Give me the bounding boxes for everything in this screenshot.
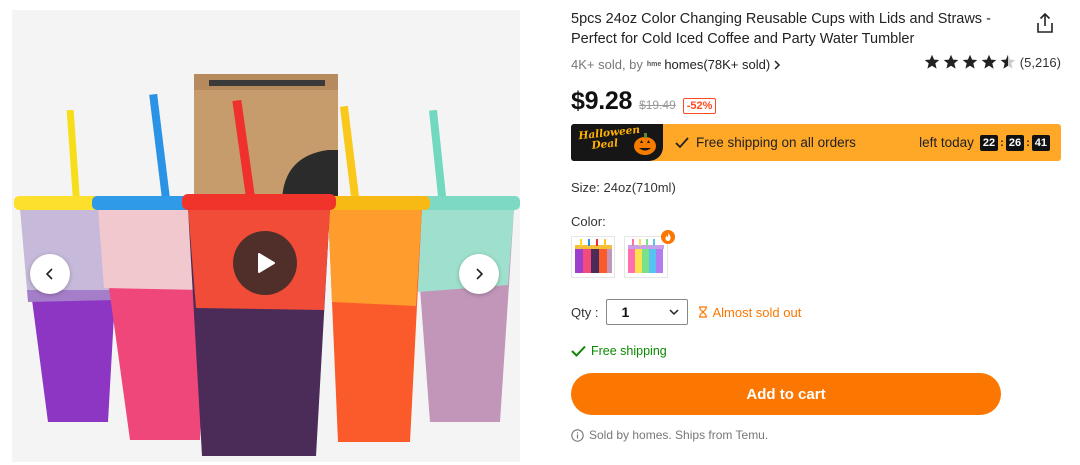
sold-by-line: Sold by homes. Ships from Temu. xyxy=(571,428,768,442)
info-icon xyxy=(571,428,584,442)
chevron-right-icon xyxy=(774,59,781,70)
color-swatch-1[interactable] xyxy=(571,236,615,278)
promo-bar: Halloween Deal Free shipping on all orde… xyxy=(571,124,1061,161)
current-price: $9.28 xyxy=(571,87,633,115)
chevron-down-icon xyxy=(669,308,679,315)
timer-seconds: 41 xyxy=(1031,134,1050,151)
add-to-cart-button[interactable]: Add to cart xyxy=(571,373,1001,415)
gallery-prev-button[interactable] xyxy=(30,254,70,294)
timer-label: left today xyxy=(919,135,974,150)
color-label: Color: xyxy=(571,214,606,229)
countdown-timer: left today 22 : 26 : 41 xyxy=(919,134,1050,151)
video-play-button[interactable] xyxy=(233,231,297,295)
free-shipping-line: Free shipping xyxy=(571,344,667,358)
halloween-deal-badge: Halloween Deal xyxy=(571,124,663,161)
quantity-select[interactable]: 1 xyxy=(606,299,689,325)
swatch-thumbnail xyxy=(575,239,612,273)
free-shipping-text: Free shipping xyxy=(591,344,667,358)
promo-text: Free shipping on all orders xyxy=(696,135,856,150)
gallery-next-button[interactable] xyxy=(459,254,499,294)
sold-count-line: 4K+ sold, by hme homes(78K+ sold) xyxy=(571,57,781,72)
timer-separator: : xyxy=(1026,136,1030,149)
hot-badge xyxy=(661,230,675,244)
play-icon xyxy=(258,253,275,273)
qty-value: 1 xyxy=(621,304,630,320)
size-selection: Size: 24oz(710ml) xyxy=(571,180,676,195)
store-link[interactable]: homes(78K+ sold) xyxy=(664,57,770,72)
stock-warning: Almost sold out xyxy=(698,305,801,320)
discount-badge: -52% xyxy=(682,98,717,114)
quantity-row: Qty : 1 Almost sold out xyxy=(571,299,801,325)
price-row: $9.28 $19.49 -52% xyxy=(571,87,717,116)
original-price: $19.49 xyxy=(639,98,676,112)
check-icon xyxy=(675,136,689,148)
product-image-gallery[interactable] xyxy=(12,10,520,462)
pumpkin-icon xyxy=(634,133,656,155)
chevron-left-icon xyxy=(45,268,53,280)
timer-hours: 22 xyxy=(979,134,999,151)
stock-warning-text: Almost sold out xyxy=(712,304,802,320)
rating-stars xyxy=(924,54,1016,70)
rating-summary[interactable]: (5,216) xyxy=(924,54,1061,70)
product-title: 5pcs 24oz Color Changing Reusable Cups w… xyxy=(571,11,991,47)
hourglass-icon xyxy=(699,306,708,318)
color-swatch-2[interactable] xyxy=(624,230,675,278)
timer-separator: : xyxy=(1000,136,1004,149)
share-icon[interactable] xyxy=(1034,12,1056,34)
fire-icon xyxy=(665,233,671,241)
sold-count: 4K+ sold, by xyxy=(571,57,643,72)
star-icon xyxy=(924,54,1016,69)
store-logo: hme xyxy=(646,61,662,68)
rating-count: (5,216) xyxy=(1019,54,1061,70)
sold-by-text: Sold by homes. Ships from Temu. xyxy=(589,428,769,442)
qty-label: Qty : xyxy=(571,304,599,320)
check-icon xyxy=(571,345,586,357)
timer-minutes: 26 xyxy=(1005,134,1025,151)
chevron-right-icon xyxy=(476,268,484,280)
